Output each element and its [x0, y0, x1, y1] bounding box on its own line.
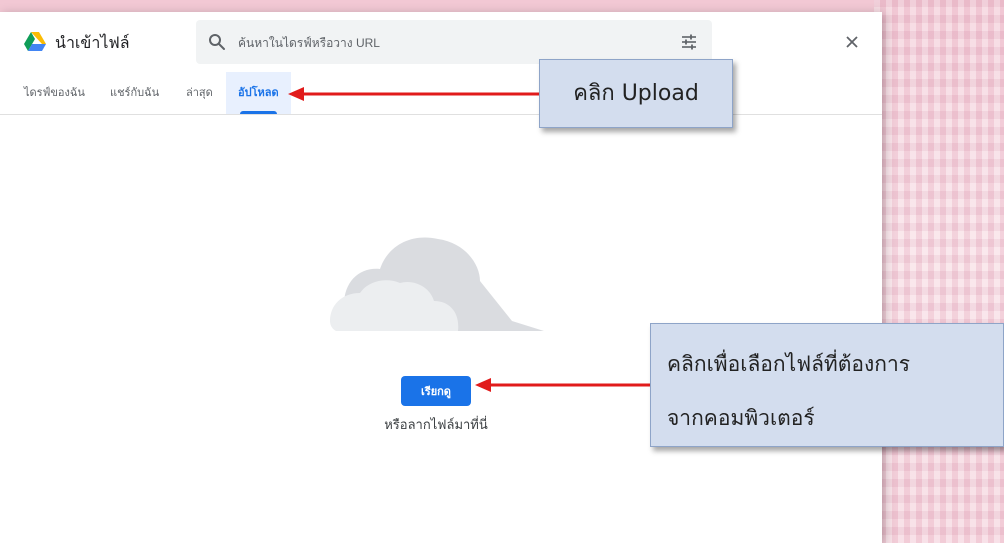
- tab-upload-label: อัปโหลด: [238, 87, 279, 99]
- tab-upload[interactable]: อัปโหลด: [226, 72, 291, 114]
- dialog-title: นำเข้าไฟล์: [55, 35, 130, 52]
- upload-callout-text: คลิก Upload: [573, 81, 699, 106]
- search-input[interactable]: ค้นหาในไดรฟ์หรือวาง URL: [196, 20, 712, 64]
- browse-callout: คลิกเพื่อเลือกไฟล์ที่ต้องการ จากคอมพิวเต…: [650, 323, 1004, 447]
- tune-icon[interactable]: [680, 34, 698, 50]
- import-file-dialog: นำเข้าไฟล์ ค้นหาในไดรฟ์หรือวาง URL ไดรฟ์…: [0, 12, 882, 543]
- close-icon[interactable]: [840, 30, 864, 54]
- background-pattern: [874, 0, 1004, 543]
- tab-recent[interactable]: ล่าสุด: [186, 72, 213, 114]
- cloud-upload-icon: [330, 237, 544, 331]
- google-drive-logo-icon: [24, 32, 46, 51]
- upload-callout: คลิก Upload: [539, 59, 733, 128]
- dialog-header: นำเข้าไฟล์ ค้นหาในไดรฟ์หรือวาง URL: [0, 12, 882, 72]
- search-placeholder: ค้นหาในไดรฟ์หรือวาง URL: [238, 36, 380, 50]
- tab-bar: ไดรฟ์ของฉัน แชร์กับฉัน ล่าสุด อัปโหลด: [0, 72, 882, 115]
- browse-button[interactable]: เรียกดู: [401, 376, 471, 406]
- tab-shared-with-me[interactable]: แชร์กับฉัน: [110, 72, 159, 114]
- browse-callout-line1: คลิกเพื่อเลือกไฟล์ที่ต้องการ: [667, 352, 911, 376]
- tab-my-drive[interactable]: ไดรฟ์ของฉัน: [24, 72, 85, 114]
- search-icon: [209, 34, 225, 50]
- drop-files-text: หรือลากไฟล์มาที่นี่: [384, 417, 488, 432]
- browse-callout-line2: จากคอมพิวเตอร์: [667, 406, 815, 430]
- active-tab-indicator: [240, 111, 277, 114]
